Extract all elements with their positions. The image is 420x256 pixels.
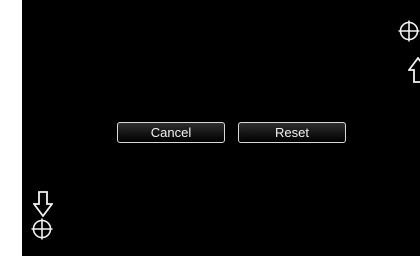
cancel-button[interactable]: Cancel [117, 122, 225, 143]
reset-button[interactable]: Reset [238, 122, 346, 143]
down-arrow-icon [33, 191, 53, 217]
top-right-crosshair-target-icon[interactable] [398, 20, 420, 42]
up-arrow-icon [408, 57, 420, 83]
calibration-screen: Cancel Reset [22, 0, 420, 256]
bottom-left-crosshair-target-icon[interactable] [31, 218, 53, 240]
